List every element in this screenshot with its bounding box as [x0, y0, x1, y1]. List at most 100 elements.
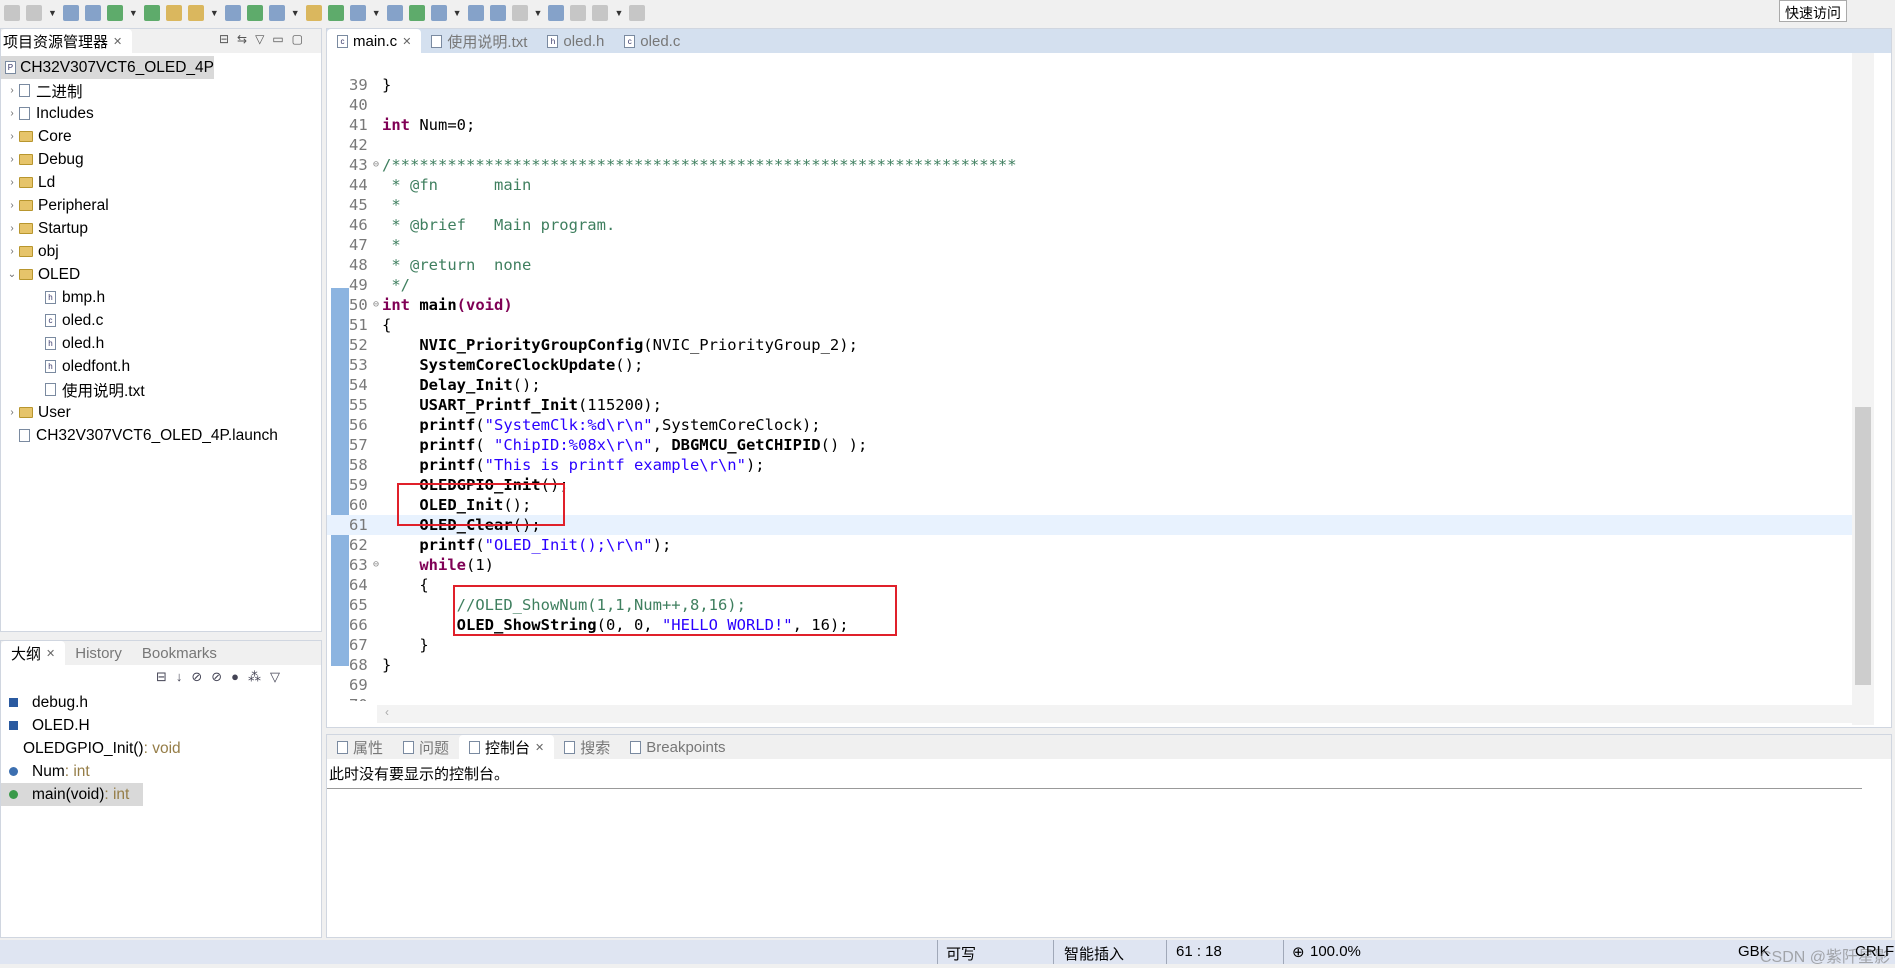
- toolbar-button-icon[interactable]: [592, 5, 609, 21]
- tree-item[interactable]: › Startup: [1, 217, 321, 240]
- vertical-scrollbar[interactable]: [1852, 53, 1874, 725]
- tree-item[interactable]: 使用说明.txt: [1, 378, 321, 401]
- toolbar-button-icon[interactable]: [349, 5, 366, 21]
- toolbar-button-icon[interactable]: [305, 5, 322, 21]
- tree-item[interactable]: › Debug: [1, 148, 321, 171]
- code-line[interactable]: 44 * @fn main: [327, 175, 1857, 195]
- toolbar-button-icon[interactable]: [548, 5, 565, 21]
- tab-item[interactable]: h oled.h: [537, 29, 614, 53]
- tab-item[interactable]: Breakpoints: [620, 735, 735, 759]
- quick-access-button[interactable]: 快速访问: [1779, 0, 1847, 22]
- code-line[interactable]: 39}: [327, 75, 1857, 95]
- outline-item[interactable]: main(void) : int: [1, 783, 143, 806]
- toolbar-button-icon[interactable]: [570, 5, 587, 21]
- dropdown-arrow-icon[interactable]: ▼: [614, 8, 623, 18]
- code-line[interactable]: 57 printf( "ChipID:%08x\r\n", DBGMCU_Get…: [327, 435, 1857, 455]
- chevron-down-icon[interactable]: ⌄: [5, 269, 19, 280]
- chevron-right-icon[interactable]: ›: [5, 108, 19, 119]
- toolbar-button-icon[interactable]: [246, 5, 263, 21]
- tree-item[interactable]: CH32V307VCT6_OLED_4P.launch: [1, 424, 321, 447]
- outline-item[interactable]: debug.h: [1, 691, 143, 714]
- code-line[interactable]: 46 * @brief Main program.: [327, 215, 1857, 235]
- tree-item[interactable]: › 二进制: [1, 79, 321, 102]
- code-line[interactable]: 67 }: [327, 635, 1857, 655]
- tab-item[interactable]: Bookmarks: [132, 641, 227, 665]
- toolbar-button-icon[interactable]: [224, 5, 241, 21]
- chevron-right-icon[interactable]: ›: [5, 154, 19, 165]
- toolbar-button-icon[interactable]: [4, 5, 20, 21]
- code-line[interactable]: 50 ⊖ int main(void): [327, 295, 1857, 315]
- scrollbar-thumb[interactable]: [1855, 407, 1871, 685]
- code-line[interactable]: 49 */: [327, 275, 1857, 295]
- dropdown-arrow-icon[interactable]: ▼: [129, 8, 138, 18]
- chevron-right-icon[interactable]: ›: [5, 200, 19, 211]
- code-line[interactable]: 53 SystemCoreClockUpdate();: [327, 355, 1857, 375]
- toolbar-button-icon[interactable]: [187, 5, 204, 21]
- horizontal-scrollbar[interactable]: ‹: [377, 705, 1852, 723]
- dropdown-arrow-icon[interactable]: ▼: [372, 8, 381, 18]
- tree-item[interactable]: c oled.c: [1, 309, 321, 332]
- chevron-right-icon[interactable]: ›: [5, 246, 19, 257]
- close-icon[interactable]: ✕: [535, 741, 544, 754]
- close-icon[interactable]: ✕: [113, 35, 122, 48]
- outline-toolbar-icons[interactable]: ⊟↓⊘⊘●⁂▽: [156, 669, 289, 685]
- code-line[interactable]: 58 printf("This is printf example\r\n");: [327, 455, 1857, 475]
- tree-item[interactable]: › Core: [1, 125, 321, 148]
- toolbar-button-icon[interactable]: [268, 5, 285, 21]
- toolbar-button-icon[interactable]: [489, 5, 506, 21]
- toolbar-button-icon[interactable]: [327, 5, 344, 21]
- code-line[interactable]: 68}: [327, 655, 1857, 675]
- toolbar-button-icon[interactable]: [84, 5, 101, 21]
- chevron-right-icon[interactable]: ›: [5, 223, 19, 234]
- chevron-right-icon[interactable]: ›: [5, 85, 19, 96]
- toolbar-button-icon[interactable]: [430, 5, 447, 21]
- dropdown-arrow-icon[interactable]: ▼: [48, 8, 57, 18]
- tab-item[interactable]: 搜索: [554, 735, 620, 759]
- tab-item[interactable]: 使用说明.txt: [421, 29, 537, 53]
- tab-item[interactable]: 控制台 ✕: [459, 735, 555, 759]
- fold-toggle-icon[interactable]: ⊖: [373, 155, 379, 175]
- tab-item[interactable]: 问题: [393, 735, 459, 759]
- code-line[interactable]: 56 printf("SystemClk:%d\r\n",SystemCoreC…: [327, 415, 1857, 435]
- dropdown-arrow-icon[interactable]: ▼: [534, 8, 543, 18]
- tree-item[interactable]: › Ld: [1, 171, 321, 194]
- chevron-right-icon[interactable]: ›: [5, 177, 19, 188]
- code-line[interactable]: 43 ⊖/************************************…: [327, 155, 1857, 175]
- view-menu-minimize-maximize-icons[interactable]: ⊟⇆▽▭▢: [219, 32, 311, 46]
- tab-item[interactable]: c oled.c: [614, 29, 690, 53]
- code-line[interactable]: 55 USART_Printf_Init(115200);: [327, 395, 1857, 415]
- tab-item[interactable]: c main.c ✕: [327, 29, 422, 53]
- code-line[interactable]: 48 * @return none: [327, 255, 1857, 275]
- code-line[interactable]: 40: [327, 95, 1857, 115]
- tree-item[interactable]: › obj: [1, 240, 321, 263]
- tree-item[interactable]: › User: [1, 401, 321, 424]
- project-root[interactable]: P CH32V307VCT6_OLED_4P: [1, 56, 214, 79]
- tab-item[interactable]: 属性: [327, 735, 393, 759]
- code-line[interactable]: 69: [327, 675, 1857, 695]
- toolbar-button-icon[interactable]: [408, 5, 425, 21]
- fold-toggle-icon[interactable]: ⊖: [373, 295, 379, 315]
- dropdown-arrow-icon[interactable]: ▼: [453, 8, 462, 18]
- toolbar-button-icon[interactable]: [629, 5, 646, 21]
- code-area[interactable]: 39} 40 41 int Num=0; 42 43 ⊖/*****************…: [327, 53, 1857, 701]
- tab-item[interactable]: History: [65, 641, 132, 665]
- toolbar-button-icon[interactable]: [143, 5, 160, 21]
- outline-item[interactable]: OLED.H: [1, 714, 143, 737]
- tab-item[interactable]: 大纲 ✕: [1, 641, 66, 665]
- toolbar-button-icon[interactable]: [511, 5, 528, 21]
- close-icon[interactable]: ✕: [402, 35, 411, 48]
- toolbar-button-icon[interactable]: [386, 5, 403, 21]
- tree-item[interactable]: h oledfont.h: [1, 355, 321, 378]
- toolbar-button-icon[interactable]: [165, 5, 182, 21]
- code-line[interactable]: 51 {: [327, 315, 1857, 335]
- chevron-right-icon[interactable]: ›: [5, 407, 19, 418]
- tree-item[interactable]: › Peripheral: [1, 194, 321, 217]
- code-line[interactable]: 42: [327, 135, 1857, 155]
- close-icon[interactable]: ✕: [46, 647, 55, 660]
- toolbar-button-icon[interactable]: [26, 5, 42, 21]
- toolbar-button-icon[interactable]: [106, 5, 123, 21]
- code-line[interactable]: 41 int Num=0;: [327, 115, 1857, 135]
- chevron-right-icon[interactable]: ›: [5, 131, 19, 142]
- code-line[interactable]: 54 Delay_Init();: [327, 375, 1857, 395]
- dropdown-arrow-icon[interactable]: ▼: [291, 8, 300, 18]
